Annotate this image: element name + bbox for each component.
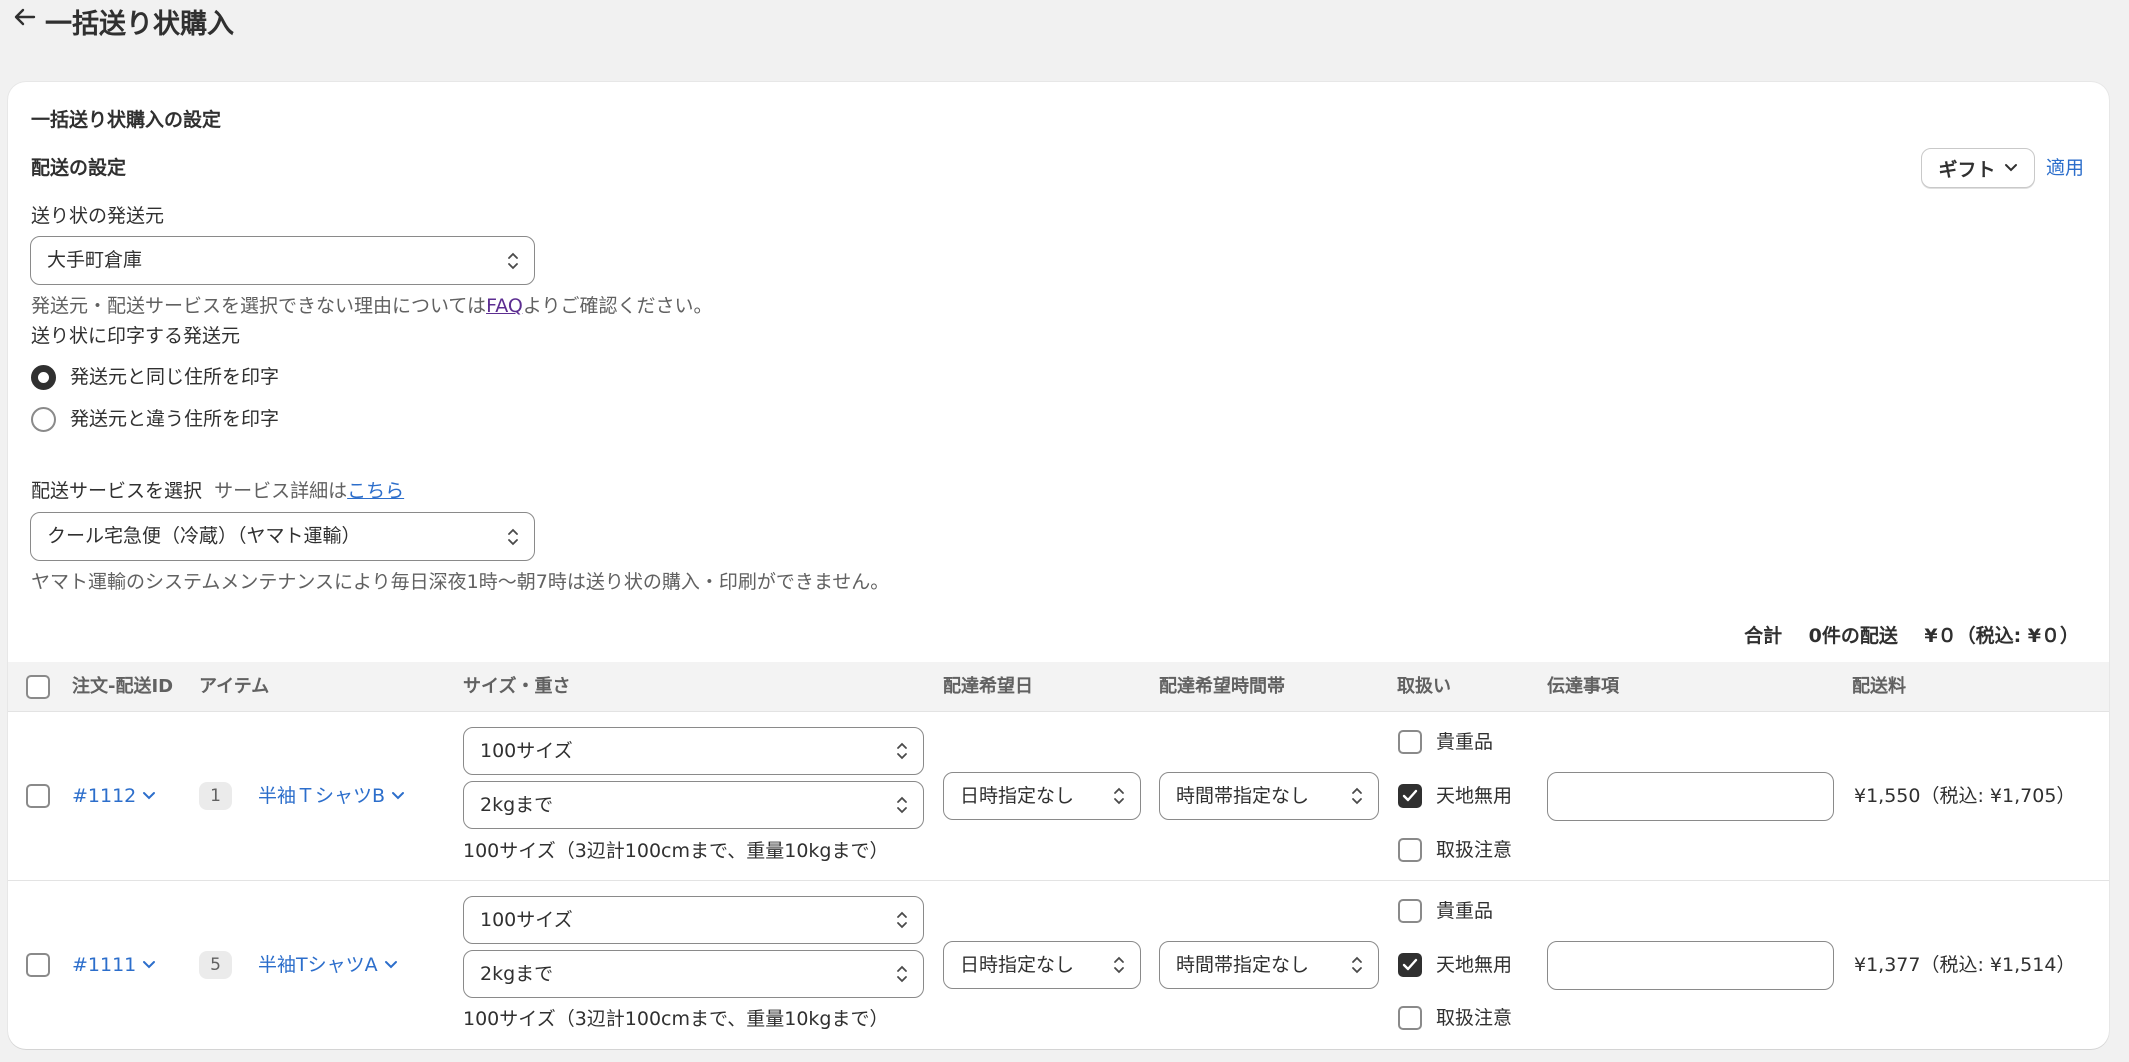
- size-note: 100サイズ（3辺計100cmまで、重量10kgまで）: [463, 1008, 889, 1030]
- row-checkbox[interactable]: [26, 784, 50, 808]
- order-link[interactable]: #1112: [72, 782, 156, 810]
- select-chevron-icon: [897, 796, 907, 814]
- caution-label: 取扱注意: [1436, 1007, 1513, 1029]
- back-arrow-icon[interactable]: [12, 4, 38, 30]
- service-label-row: 配送サービスを選択 サービス詳細はこちら: [31, 480, 405, 502]
- row-checkbox[interactable]: [26, 953, 50, 977]
- settings-card: [8, 82, 2109, 1049]
- service-detail-link[interactable]: こちら: [347, 480, 404, 502]
- gift-label: ギフト: [1938, 158, 1996, 181]
- select-chevron-icon: [897, 742, 907, 760]
- radio-different-address[interactable]: [31, 407, 56, 432]
- page-title: 一括送り状購入: [45, 9, 234, 40]
- delivery-date-select[interactable]: 日時指定なし: [943, 772, 1141, 820]
- this-side-up-label: 天地無用: [1436, 954, 1513, 976]
- weight-select[interactable]: 2kgまで: [463, 950, 924, 998]
- valuables-label: 貴重品: [1436, 900, 1494, 922]
- chevron-down-icon: [384, 961, 397, 969]
- faq-link[interactable]: FAQ: [486, 295, 523, 317]
- radio-same-address[interactable]: [31, 365, 56, 390]
- select-chevron-icon: [1114, 956, 1124, 974]
- this-side-up-checkbox[interactable]: [1398, 784, 1422, 808]
- item-link[interactable]: 半袖ＴシャツB: [258, 782, 405, 810]
- caution-checkbox[interactable]: [1398, 1006, 1422, 1030]
- quantity-badge: 1: [199, 782, 232, 810]
- radio-different-label: 発送元と違う住所を印字: [70, 408, 280, 430]
- message-input[interactable]: [1547, 941, 1834, 990]
- origin-label: 送り状の発送元: [31, 205, 165, 227]
- select-chevron-icon: [508, 528, 518, 545]
- chevron-down-icon: [143, 792, 156, 800]
- weight-select[interactable]: 2kgまで: [463, 781, 924, 829]
- header-handling: 取扱い: [1397, 676, 1451, 697]
- header-message: 伝達事項: [1547, 676, 1619, 697]
- select-chevron-icon: [1114, 787, 1124, 805]
- order-link[interactable]: #1111: [72, 951, 156, 979]
- origin-help: 発送元・配送サービスを選択できない理由についてはFAQよりご確認ください。: [31, 295, 713, 317]
- item-link[interactable]: 半袖TシャツA: [258, 951, 398, 979]
- origin-select[interactable]: 大手町倉庫: [30, 236, 535, 285]
- total-count: 0件の配送: [1808, 625, 1898, 647]
- header-fee: 配送料: [1852, 676, 1906, 697]
- apply-link[interactable]: 適用: [2046, 154, 2084, 182]
- select-chevron-icon: [897, 965, 907, 983]
- total-amount: ¥０（税込: ¥０）: [1924, 625, 2079, 647]
- header-order-id: 注文-配送ID: [72, 676, 174, 697]
- valuables-label: 貴重品: [1436, 731, 1494, 753]
- message-input[interactable]: [1547, 772, 1834, 821]
- chevron-down-icon: [143, 961, 156, 969]
- size-select[interactable]: 100サイズ: [463, 896, 924, 944]
- radio-same-label: 発送元と同じ住所を印字: [70, 366, 280, 388]
- chevron-down-icon: [392, 792, 405, 800]
- shipping-settings-title: 配送の設定: [31, 157, 127, 179]
- shipping-fee: ¥1,377（税込: ¥1,514）: [1854, 954, 2076, 976]
- service-select[interactable]: クール宅急便（冷蔵）（ヤマト運輸）: [30, 512, 535, 561]
- select-chevron-icon: [1352, 787, 1362, 805]
- select-chevron-icon: [897, 911, 907, 929]
- this-side-up-checkbox[interactable]: [1398, 953, 1422, 977]
- header-delivery-time: 配達希望時間帯: [1159, 676, 1285, 697]
- chevron-down-icon: [2004, 164, 2017, 172]
- select-chevron-icon: [508, 252, 518, 269]
- caution-label: 取扱注意: [1436, 839, 1513, 861]
- section-title: 一括送り状購入の設定: [31, 109, 222, 131]
- select-chevron-icon: [1352, 956, 1362, 974]
- select-all-checkbox[interactable]: [26, 675, 50, 699]
- quantity-badge: 5: [199, 951, 232, 979]
- header-size-weight: サイズ・重さ: [463, 676, 571, 697]
- header-delivery-date: 配達希望日: [943, 676, 1033, 697]
- checkmark-icon: [1402, 958, 1418, 971]
- valuables-checkbox[interactable]: [1398, 899, 1422, 923]
- valuables-checkbox[interactable]: [1398, 730, 1422, 754]
- size-select[interactable]: 100サイズ: [463, 727, 924, 775]
- service-value: クール宅急便（冷蔵）（ヤマト運輸）: [47, 525, 361, 547]
- size-note: 100サイズ（3辺計100cmまで、重量10kgまで）: [463, 840, 889, 862]
- print-origin-label: 送り状に印字する発送元: [31, 325, 241, 347]
- delivery-time-select[interactable]: 時間帯指定なし: [1159, 941, 1379, 989]
- row-divider: [8, 880, 2109, 881]
- maintenance-note: ヤマト運輸のシステムメンテナンスにより毎日深夜1時〜朝7時は送り状の購入・印刷が…: [31, 571, 890, 593]
- header-item: アイテム: [199, 676, 270, 697]
- gift-dropdown-button[interactable]: ギフト: [1921, 148, 2035, 188]
- delivery-time-select[interactable]: 時間帯指定なし: [1159, 772, 1379, 820]
- total-summary: 合計 0件の配送 ¥０（税込: ¥０）: [1744, 625, 2079, 647]
- shipping-fee: ¥1,550（税込: ¥1,705）: [1854, 785, 2076, 807]
- delivery-date-select[interactable]: 日時指定なし: [943, 941, 1141, 989]
- origin-value: 大手町倉庫: [47, 249, 143, 271]
- checkmark-icon: [1402, 789, 1418, 802]
- this-side-up-label: 天地無用: [1436, 785, 1513, 807]
- caution-checkbox[interactable]: [1398, 838, 1422, 862]
- table-header: [8, 662, 2109, 712]
